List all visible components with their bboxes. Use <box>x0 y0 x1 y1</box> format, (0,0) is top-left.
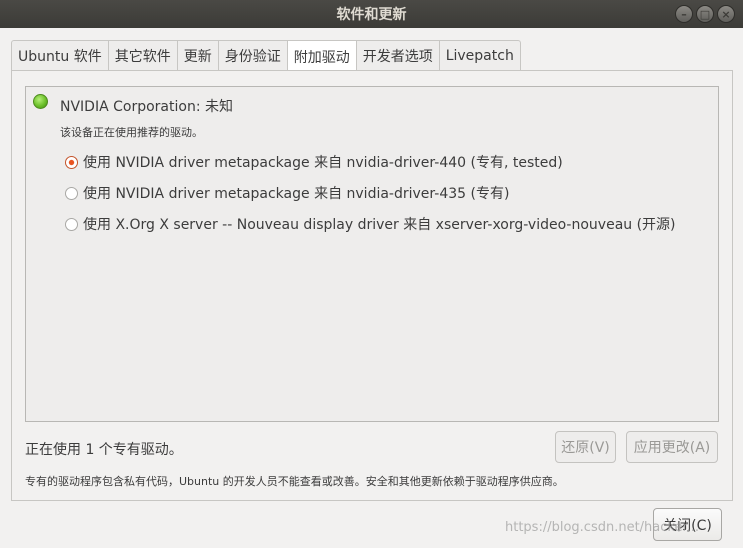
radio-icon[interactable] <box>65 186 78 200</box>
tab-ubuntu-software[interactable]: Ubuntu 软件 <box>11 40 109 71</box>
additional-drivers-panel: NVIDIA Corporation: 未知 该设备正在使用推荐的驱动。 使用 … <box>11 70 733 501</box>
window-controls: – □ × <box>675 5 735 23</box>
driver-option-label: 使用 X.Org X server -- Nouveau display dri… <box>83 217 676 233</box>
driver-option-nvidia-440[interactable]: 使用 NVIDIA driver metapackage 来自 nvidia-d… <box>65 152 563 172</box>
maximize-button[interactable]: □ <box>696 5 714 23</box>
radio-selected-icon[interactable] <box>65 155 78 169</box>
driver-option-label: 使用 NVIDIA driver metapackage 来自 nvidia-d… <box>83 186 510 202</box>
close-button[interactable]: 关闭(C) <box>653 508 722 541</box>
driver-usage-status: 正在使用 1 个专有驱动。 <box>25 442 183 458</box>
minimize-icon: – <box>681 7 687 21</box>
apply-changes-button[interactable]: 应用更改(A) <box>626 431 718 463</box>
proprietary-driver-note: 专有的驱动程序包含私有代码，Ubuntu 的开发人员不能查看或改善。安全和其他更… <box>25 475 564 488</box>
tab-other-software[interactable]: 其它软件 <box>108 40 178 71</box>
tab-developer-options[interactable]: 开发者选项 <box>356 40 440 71</box>
tab-livepatch[interactable]: Livepatch <box>439 40 521 71</box>
tab-bar: Ubuntu 软件 其它软件 更新 身份验证 附加驱动 开发者选项 Livepa… <box>11 40 521 72</box>
device-status-icon <box>33 94 48 109</box>
maximize-icon: □ <box>699 7 711 21</box>
revert-button[interactable]: 还原(V) <box>555 431 616 463</box>
tab-updates[interactable]: 更新 <box>177 40 219 71</box>
device-status-text: 该设备正在使用推荐的驱动。 <box>60 126 203 139</box>
radio-icon[interactable] <box>65 217 78 231</box>
tab-additional-drivers[interactable]: 附加驱动 <box>287 40 357 72</box>
driver-list: NVIDIA Corporation: 未知 该设备正在使用推荐的驱动。 使用 … <box>25 86 719 422</box>
driver-option-nouveau[interactable]: 使用 X.Org X server -- Nouveau display dri… <box>65 214 676 234</box>
tab-authentication[interactable]: 身份验证 <box>218 40 288 71</box>
title-bar: 软件和更新 – □ × <box>0 0 743 28</box>
driver-option-nvidia-435[interactable]: 使用 NVIDIA driver metapackage 来自 nvidia-d… <box>65 183 509 203</box>
close-icon: × <box>721 7 731 21</box>
window-title: 软件和更新 <box>336 7 407 23</box>
device-name: NVIDIA Corporation: 未知 <box>60 99 233 115</box>
minimize-button[interactable]: – <box>675 5 693 23</box>
driver-option-label: 使用 NVIDIA driver metapackage 来自 nvidia-d… <box>83 155 563 171</box>
close-window-button[interactable]: × <box>717 5 735 23</box>
